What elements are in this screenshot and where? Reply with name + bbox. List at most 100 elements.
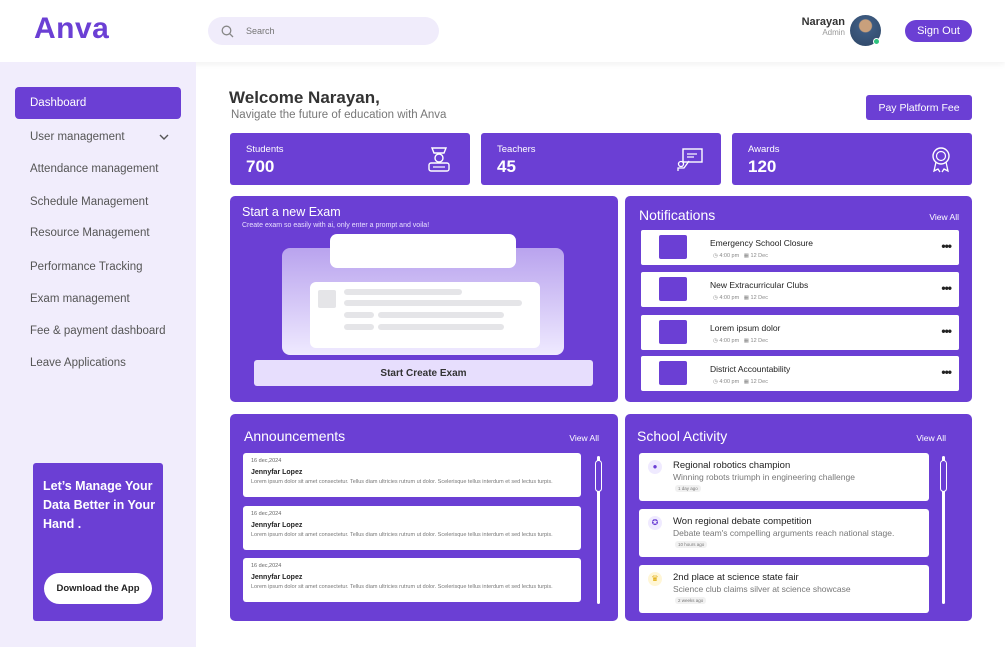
stat-label: Teachers [497, 144, 536, 155]
download-app-button[interactable]: Download the App [44, 573, 152, 604]
illustration-line [344, 312, 374, 318]
notification-time: 4:00 pm [719, 253, 740, 259]
notifications-view-all-link[interactable]: View All [929, 212, 959, 222]
activity-item[interactable]: ● Regional robotics champion Winning rob… [639, 453, 929, 501]
notification-thumbnail [659, 277, 687, 301]
school-activity-title: School Activity [637, 428, 728, 444]
activity-subtitle: Debate team's compelling arguments reach… [673, 528, 895, 538]
sidebar-item-label: Dashboard [30, 97, 87, 109]
notification-item[interactable]: New Extracurricular Clubs ◷ 4:00 pm ▦ 12… [641, 272, 959, 307]
announcement-item[interactable]: 16 dec,2024 Jennyfar Lopez Lorem ipsum d… [243, 558, 581, 602]
search-bar[interactable] [208, 17, 439, 45]
search-input[interactable] [246, 26, 416, 36]
announcement-author: Jennyfar Lopez [251, 574, 303, 581]
announcement-text: Lorem ipsum dolor sit amet consectetur. … [251, 532, 553, 538]
activity-subtitle: Winning robots triumph in engineering ch… [673, 472, 855, 482]
sidebar-item-label: Performance Tracking [30, 261, 143, 273]
notification-item[interactable]: Lorem ipsum dolor ◷ 4:00 pm ▦ 12 Dec ••• [641, 315, 959, 350]
sidebar-item-resource[interactable]: Resource Management [15, 217, 181, 249]
notification-item[interactable]: District Accountability ◷ 4:00 pm ▦ 12 D… [641, 356, 959, 391]
sidebar-item-label: Resource Management [30, 227, 150, 239]
activity-title: Regional robotics champion [673, 460, 791, 471]
more-options-icon[interactable]: ••• [941, 324, 952, 338]
notification-title: District Accountability [710, 364, 791, 374]
more-options-icon[interactable]: ••• [941, 365, 952, 379]
award-badge-icon [932, 147, 950, 173]
notifications-panel: Notifications View All Emergency School … [625, 196, 972, 402]
sidebar-item-user-management[interactable]: User management [15, 121, 181, 153]
more-options-icon[interactable]: ••• [941, 281, 952, 295]
sidebar-item-label: Attendance management [30, 163, 159, 175]
chevron-down-icon[interactable] [159, 133, 169, 141]
activity-title: Won regional debate competition [673, 516, 812, 527]
pay-platform-fee-button[interactable]: Pay Platform Fee [866, 95, 972, 120]
sign-out-button[interactable]: Sign Out [905, 20, 972, 42]
stat-label: Awards [748, 144, 780, 155]
teacher-board-icon [677, 148, 703, 171]
sidebar-item-leave[interactable]: Leave Applications [15, 347, 181, 379]
announcement-author: Jennyfar Lopez [251, 469, 303, 476]
exam-card-title: Start a new Exam [242, 205, 341, 219]
announcement-date: 16 dec,2024 [251, 563, 282, 569]
ribbon-icon: ✪ [648, 516, 662, 530]
stat-card-students[interactable]: Students 700 [230, 133, 470, 185]
stat-card-teachers[interactable]: Teachers 45 [481, 133, 721, 185]
activity-subtitle: Science club claims silver at science sh… [673, 584, 851, 594]
announcements-title: Announcements [244, 428, 346, 444]
activity-item[interactable]: ♛ 2nd place at science state fair Scienc… [639, 565, 929, 613]
sidebar-item-performance[interactable]: Performance Tracking [15, 251, 181, 283]
top-bar: Anva Narayan Admin Sign Out [0, 0, 1005, 62]
illustration-line [344, 324, 374, 330]
start-exam-card: Start a new Exam Create exam so easily w… [230, 196, 618, 402]
start-create-exam-button[interactable]: Start Create Exam [254, 360, 593, 386]
user-name: Narayan [801, 16, 845, 28]
page-subtitle: Navigate the future of education with An… [231, 109, 447, 121]
announcements-view-all-link[interactable]: View All [569, 433, 599, 443]
notification-meta: ◷ 4:00 pm ▦ 12 Dec [713, 295, 768, 301]
notification-date: 12 Dec [750, 338, 768, 344]
notification-thumbnail [659, 235, 687, 259]
activity-scroll-thumb[interactable] [940, 460, 947, 492]
announcements-panel: Announcements View All 16 dec,2024 Jenny… [230, 414, 618, 621]
user-info: Narayan Admin [790, 16, 845, 37]
sidebar-item-dashboard[interactable]: Dashboard [15, 87, 181, 119]
notification-meta: ◷ 4:00 pm ▦ 12 Dec [713, 379, 768, 385]
announcement-item[interactable]: 16 dec,2024 Jennyfar Lopez Lorem ipsum d… [243, 453, 581, 497]
notification-date: 12 Dec [750, 295, 768, 301]
stat-card-awards[interactable]: Awards 120 [732, 133, 972, 185]
crown-icon: ♛ [648, 572, 662, 586]
announcement-author: Jennyfar Lopez [251, 522, 303, 529]
school-activity-view-all-link[interactable]: View All [916, 433, 946, 443]
sidebar-item-schedule[interactable]: Schedule Management [15, 186, 181, 218]
illustration-line [344, 300, 522, 306]
more-options-icon[interactable]: ••• [941, 239, 952, 253]
user-role: Admin [822, 28, 845, 37]
notification-item[interactable]: Emergency School Closure ◷ 4:00 pm ▦ 12 … [641, 230, 959, 265]
sidebar-item-exam[interactable]: Exam management [15, 283, 181, 315]
notification-title: Lorem ipsum dolor [710, 323, 781, 333]
notification-date: 12 Dec [750, 379, 768, 385]
app-promo-card: Let’s Manage Your Data Better in Your Ha… [33, 463, 163, 621]
notification-thumbnail [659, 361, 687, 385]
sidebar-item-attendance[interactable]: Attendance management [15, 153, 181, 185]
page-title: Welcome Narayan, [229, 88, 380, 107]
stat-value: 45 [497, 157, 516, 176]
notification-time: 4:00 pm [719, 338, 740, 344]
app-logo[interactable]: Anva [34, 12, 109, 46]
sidebar-item-label: Schedule Management [30, 196, 149, 208]
announcement-text: Lorem ipsum dolor sit amet consectetur. … [251, 479, 553, 485]
illustration-line [378, 312, 504, 318]
notification-title: New Extracurricular Clubs [710, 280, 809, 290]
announcements-scroll-thumb[interactable] [595, 460, 602, 492]
sidebar-item-fee-payment[interactable]: Fee & payment dashboard [15, 315, 181, 347]
notification-thumbnail [659, 320, 687, 344]
announcement-date: 16 dec,2024 [251, 511, 282, 517]
activity-item[interactable]: ✪ Won regional debate competition Debate… [639, 509, 929, 557]
online-status-dot [873, 38, 880, 45]
sidebar-item-label: User management [30, 131, 125, 143]
announcement-item[interactable]: 16 dec,2024 Jennyfar Lopez Lorem ipsum d… [243, 506, 581, 550]
sidebar-item-label: Leave Applications [30, 357, 126, 369]
notification-meta: ◷ 4:00 pm ▦ 12 Dec [713, 253, 768, 259]
stat-value: 120 [748, 157, 777, 176]
activity-time-tag: 2 weeks ago [675, 597, 707, 604]
